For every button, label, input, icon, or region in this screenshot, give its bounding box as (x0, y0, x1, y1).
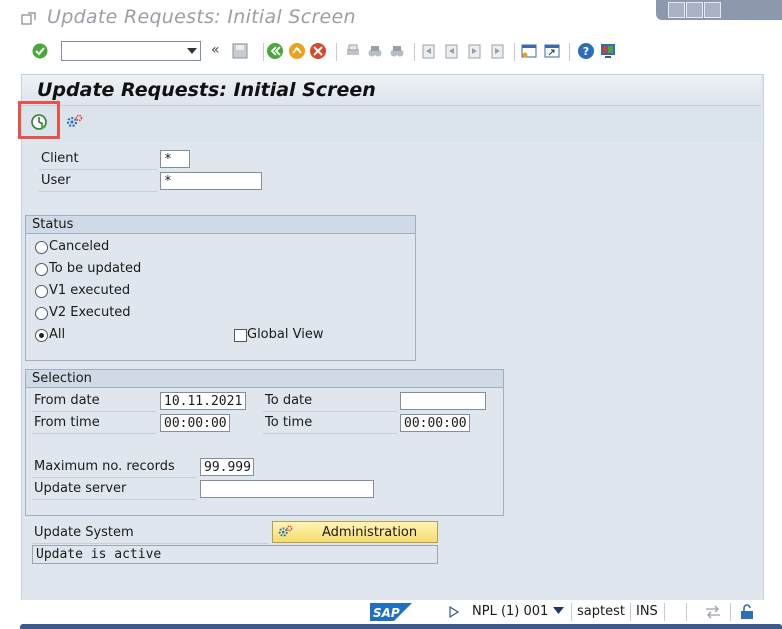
svg-text:?: ? (583, 45, 589, 58)
update-system-label: Update System (34, 525, 134, 540)
update-status-field: Update is active (32, 545, 438, 564)
minimize-button[interactable] (668, 2, 685, 18)
max-records-label: Maximum no. records (34, 459, 175, 474)
window-title: Update Requests: Initial Screen (47, 6, 356, 28)
execute-highlight (18, 101, 60, 139)
user-label: User (41, 173, 71, 188)
selection-group-title: Selection (32, 371, 92, 386)
print-icon[interactable] (344, 42, 362, 60)
new-session-icon[interactable] (520, 42, 538, 60)
chevron-down-icon[interactable] (187, 48, 197, 54)
radio-to-be-updated-label: To be updated (49, 261, 142, 276)
to-date-field[interactable] (400, 392, 486, 410)
system-info: NPL (1) 001 (472, 604, 549, 619)
to-date-label: To date (265, 393, 313, 408)
close-button[interactable] (704, 2, 721, 18)
from-time-label: From time (34, 415, 100, 430)
maximize-button[interactable] (686, 2, 703, 18)
global-view-checkbox[interactable] (234, 329, 247, 342)
enter-icon[interactable] (31, 42, 49, 60)
update-server-label: Update server (34, 481, 127, 496)
to-time-field[interactable]: 00:00:00 (400, 414, 470, 432)
radio-all-label: All (49, 327, 66, 342)
customize-layout-icon[interactable] (599, 42, 617, 60)
gear-icon (278, 525, 293, 537)
previous-page-icon[interactable] (443, 42, 461, 60)
radio-canceled[interactable] (35, 241, 48, 254)
play-icon[interactable] (449, 606, 459, 618)
from-time-field[interactable]: 00:00:00 (160, 414, 230, 432)
global-view-label: Global View (247, 327, 324, 342)
bottom-accent-bar (20, 624, 782, 629)
exit-icon[interactable] (288, 42, 306, 60)
screen-title: Update Requests: Initial Screen (37, 79, 376, 101)
collapse-toolbar-button[interactable]: « (211, 42, 220, 58)
user-field[interactable]: * (160, 172, 262, 190)
first-page-icon[interactable] (420, 42, 438, 60)
input-mode: INS (636, 604, 658, 619)
client-field[interactable]: * (160, 150, 190, 168)
help-icon[interactable]: ? (577, 42, 595, 60)
radio-v1-executed[interactable] (35, 285, 48, 298)
status-group-title: Status (32, 217, 74, 232)
radio-to-be-updated[interactable] (35, 263, 48, 276)
from-date-label: From date (34, 393, 100, 408)
settings-icon[interactable] (65, 113, 83, 131)
client-label: Client (41, 151, 79, 166)
cancel-icon[interactable] (309, 42, 327, 60)
radio-v2-executed-label: V2 Executed (49, 305, 131, 320)
menu-icon[interactable] (21, 11, 37, 27)
application-toolbar (22, 105, 761, 142)
update-server-field[interactable] (200, 480, 374, 498)
user-info: saptest (577, 604, 625, 619)
next-page-icon[interactable] (466, 42, 484, 60)
unlock-icon (741, 604, 753, 619)
svg-text:SAP: SAP (373, 606, 400, 620)
administration-button-label: Administration (322, 525, 418, 540)
back-icon[interactable] (266, 42, 284, 60)
to-time-label: To time (265, 415, 313, 430)
window-controls (656, 0, 782, 20)
find-next-icon[interactable] (388, 42, 406, 60)
radio-v2-executed[interactable] (35, 307, 48, 320)
find-icon[interactable] (366, 42, 384, 60)
last-page-icon[interactable] (489, 42, 507, 60)
radio-v1-executed-label: V1 executed (49, 283, 131, 298)
command-field[interactable] (61, 41, 201, 61)
radio-canceled-label: Canceled (49, 239, 110, 254)
sap-logo: SAP (370, 603, 412, 621)
transfer-icon (706, 605, 720, 619)
max-records-field[interactable]: 99.999 (200, 458, 254, 476)
shortcut-icon[interactable] (543, 42, 561, 60)
chevron-down-icon[interactable] (553, 607, 564, 615)
from-date-field[interactable]: 10.11.2021 (160, 392, 246, 410)
save-icon[interactable] (231, 42, 249, 60)
radio-all[interactable] (35, 329, 48, 342)
